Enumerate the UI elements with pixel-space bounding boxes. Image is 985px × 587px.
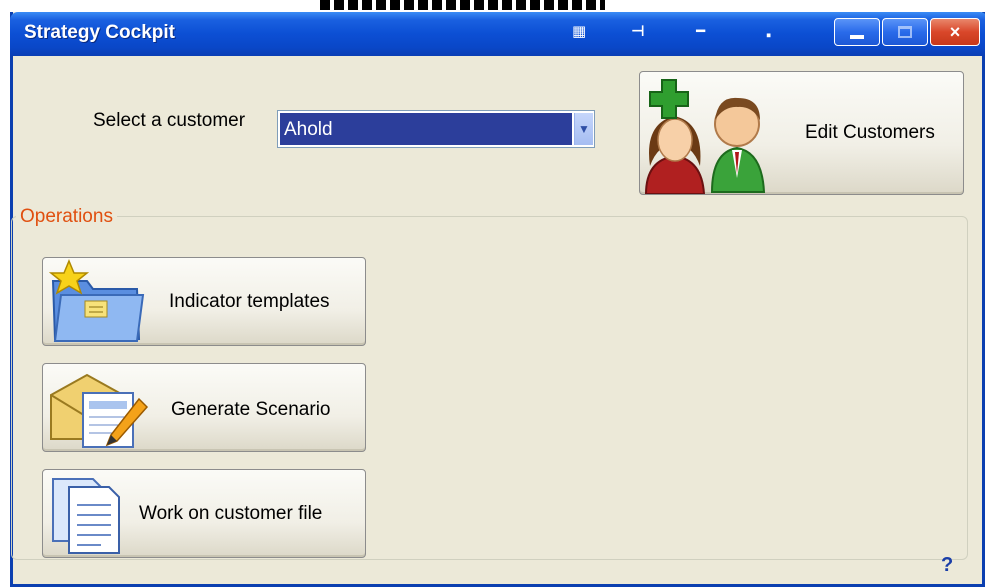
folder-star-icon	[48, 259, 145, 342]
dot-icon[interactable]: ▪	[766, 26, 771, 46]
customer-select-value: Ahold	[280, 113, 572, 145]
help-icon[interactable]: ?	[941, 554, 953, 577]
close-button[interactable]: ×	[930, 18, 980, 46]
window-title: Strategy Cockpit	[24, 22, 175, 43]
pin-icon[interactable]: ⊣	[631, 22, 645, 42]
indicator-templates-button[interactable]: Indicator templates	[42, 257, 366, 346]
customer-select[interactable]: Ahold ▼	[277, 110, 595, 148]
customer-label: Select a customer	[93, 110, 246, 131]
documents-icon	[52, 478, 120, 554]
edit-customers-label: Edit Customers	[805, 122, 935, 143]
work-on-customer-file-label: Work on customer file	[139, 503, 323, 524]
minimize-button[interactable]	[834, 18, 880, 46]
envelope-pencil-icon	[50, 373, 149, 448]
customers-add-icon	[644, 79, 766, 194]
film-icon[interactable]: ▦	[572, 22, 586, 42]
window-controls: ×	[834, 18, 980, 48]
maximize-icon	[898, 26, 912, 38]
background-window-strip	[320, 0, 605, 10]
work-on-customer-file-button[interactable]: Work on customer file	[42, 469, 366, 558]
generate-scenario-label: Generate Scenario	[171, 399, 331, 420]
indicator-templates-label: Indicator templates	[169, 291, 330, 312]
edit-customers-button[interactable]: Edit Customers	[639, 71, 964, 195]
generate-scenario-button[interactable]: Generate Scenario	[42, 363, 366, 452]
maximize-button[interactable]	[882, 18, 928, 46]
title-bar[interactable]: Strategy Cockpit ▦ ⊣ ━ ▪ ×	[10, 12, 985, 56]
dash-icon[interactable]: ━	[696, 22, 705, 42]
minimize-icon	[850, 35, 864, 39]
chevron-down-icon[interactable]: ▼	[574, 113, 593, 145]
operations-title: Operations	[16, 206, 117, 228]
close-icon: ×	[949, 21, 961, 42]
